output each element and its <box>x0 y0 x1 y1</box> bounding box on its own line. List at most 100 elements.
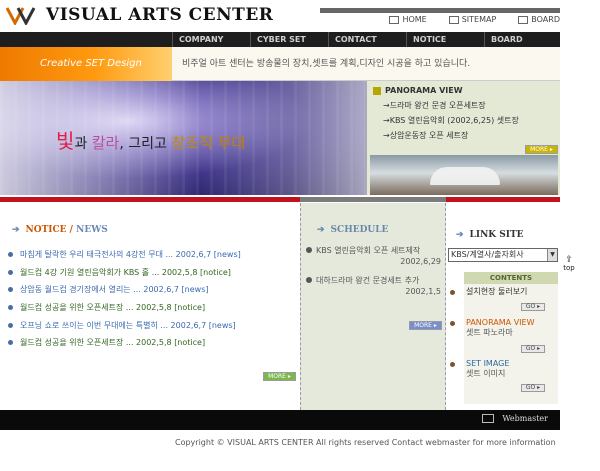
webmaster-label: Webmaster <box>502 414 548 423</box>
link-site-select-value: KBS/계열사/출자회사 <box>451 250 524 259</box>
bullet-icon <box>306 247 312 253</box>
contents-item-site-tour[interactable]: 설치현장 둘러보기 <box>450 287 556 297</box>
webmaster-link[interactable]: Webmaster <box>482 414 548 423</box>
logo-v-mark-icon <box>6 7 36 25</box>
chevron-down-icon[interactable]: ▼ <box>547 249 557 261</box>
divider-grey-segment <box>300 197 446 202</box>
slogan-word-and-then: , 그리고 <box>119 136 172 152</box>
go-button[interactable]: GO ▸ <box>521 384 545 392</box>
notice-more-button[interactable]: MORE ▸ <box>263 372 296 381</box>
nav-board[interactable]: BOARD <box>484 32 557 47</box>
link-site-select[interactable]: KBS/계열사/출자회사 ▼ <box>448 248 558 262</box>
sitemap-icon <box>448 15 459 24</box>
contents-item-panorama[interactable]: PANORAMA VIEW 셋트 파노라마 <box>450 318 556 338</box>
bullet-icon <box>8 269 13 275</box>
arrow-icon: ➔ <box>456 230 464 240</box>
notice-item[interactable]: 마침게 탈락한 우리 태극전사의 4강전 무대 ... 2002,6,7 [ne… <box>8 246 296 264</box>
panorama-item-label: KBS 열린음악회 (2002,6,25) 셋트장 <box>389 116 519 125</box>
nav-company[interactable]: COMPANY <box>172 32 250 47</box>
board-icon <box>518 15 529 24</box>
scroll-top-button[interactable]: ⇪ top <box>560 255 578 273</box>
nav-cyber-set[interactable]: CYBER SET <box>250 32 328 47</box>
schedule-item-date: 2002,1,5 <box>405 287 441 296</box>
contents-item-label: 설치현장 둘러보기 <box>466 287 528 296</box>
schedule-item[interactable]: 대하드라마 왕건 문경세트 추가 2002,1,5 <box>305 275 443 297</box>
contents-item-label: SET IMAGE <box>466 359 510 368</box>
contents-item-sublabel: 셋트 파노라마 <box>466 328 513 337</box>
notice-section: ➔ NOTICE / NEWS 마침게 탈락한 우리 태극전사의 4강전 무대 … <box>0 208 300 410</box>
scroll-top-icon: ⇪ <box>565 255 573 265</box>
go-button[interactable]: GO ▸ <box>521 303 545 311</box>
notice-title-label: NOTICE / <box>25 225 77 235</box>
panorama-item[interactable]: →상암운동장 오픈 세트장 <box>383 128 519 143</box>
schedule-item-text: KBS 열린음악회 오픈 세트제작 <box>316 246 421 255</box>
main-nav: COMPANY CYBER SET CONTACT NOTICE BOARD <box>0 32 560 47</box>
nav-notice[interactable]: NOTICE <box>406 32 484 47</box>
board-link-label: BOARD <box>531 15 560 24</box>
footer-bar: Webmaster <box>0 410 560 430</box>
notice-item-text: 마침게 탈락한 우리 태극전사의 4강전 무대 ... 2002,6,7 [ne… <box>20 250 241 260</box>
notice-item[interactable]: 오프닝 쇼로 쓰이는 이번 무대에는 특별히 ... 2002,6,7 [new… <box>8 316 296 334</box>
square-bullet-icon <box>373 86 381 95</box>
nav-contact[interactable]: CONTACT <box>328 32 406 47</box>
slogan-word-creative: 창조적 <box>171 134 213 152</box>
board-link[interactable]: BOARD <box>518 15 560 24</box>
slogan-word-light: 빛 <box>56 129 75 153</box>
mail-icon <box>482 414 495 423</box>
bullet-icon <box>450 321 455 326</box>
go-button[interactable]: GO ▸ <box>521 345 545 353</box>
bullet-icon <box>8 252 13 258</box>
notice-item-text: 상암동 월드컵 경기장에서 열리는 ... 2002,6,7 [news] <box>20 285 209 295</box>
schedule-title-label: SCHEDULE <box>330 225 389 235</box>
bullet-icon <box>8 305 13 311</box>
contents-item-label: PANORAMA VIEW <box>466 318 535 327</box>
notice-list: 마침게 탈락한 우리 태극전사의 4강전 무대 ... 2002,6,7 [ne… <box>8 246 296 352</box>
panorama-list: →드라마 왕건 문경 오픈세트장 →KBS 열린음악회 (2002,6,25) … <box>383 98 519 143</box>
news-title-label: NEWS <box>76 225 108 235</box>
slogan-word-and: 과 <box>74 136 92 152</box>
home-link-label: HOME <box>402 15 427 24</box>
notice-title: ➔ NOTICE / NEWS <box>12 221 108 239</box>
panorama-thumbnail[interactable] <box>370 155 558 195</box>
schedule-item[interactable]: KBS 열린음악회 오픈 세트제작 2002,6,29 <box>305 245 443 267</box>
notice-item[interactable]: 월드컵 4강 기원 열린음악회가 KBS 홀 ... 2002,5,8 [not… <box>8 264 296 282</box>
bullet-icon <box>450 290 455 295</box>
top-rule <box>320 8 560 13</box>
notice-item-text: 오프닝 쇼로 쓰이는 이번 무대에는 특별히 ... 2002,6,7 [new… <box>20 320 236 330</box>
intro-banner: Creative SET Design 비주얼 아트 센터는 방송물의 장치,셋… <box>0 47 560 81</box>
site-logo[interactable]: VISUAL ARTS CENTER <box>6 4 273 26</box>
arrow-icon: ➔ <box>12 225 20 235</box>
home-link[interactable]: HOME <box>389 15 427 24</box>
panorama-item[interactable]: →KBS 열린음악회 (2002,6,25) 셋트장 <box>383 113 519 128</box>
logo-text: VISUAL ARTS CENTER <box>46 5 274 25</box>
link-site-section: ➔ LINK SITE KBS/계열사/출자회사 ▼ CONTENTS 설치현장… <box>446 203 560 410</box>
notice-item[interactable]: 월드컵 성공을 위한 오픈세트장 ... 2002,5,8 [notice] <box>8 334 296 352</box>
schedule-item-date: 2002,6,29 <box>400 257 441 266</box>
scroll-top-label: top <box>563 264 575 272</box>
panorama-item-label: 상암운동장 오픈 세트장 <box>389 131 469 140</box>
contents-box: CONTENTS 설치현장 둘러보기 GO ▸ PANORAMA VIEW 셋트… <box>450 272 558 404</box>
panorama-item[interactable]: →드라마 왕건 문경 오픈세트장 <box>383 98 519 113</box>
contents-item-set-image[interactable]: SET IMAGE 셋트 이미지 <box>450 359 556 379</box>
contents-title: CONTENTS <box>464 272 558 284</box>
panorama-title: PANORAMA VIEW <box>385 86 463 95</box>
schedule-title: ➔ SCHEDULE <box>317 221 388 239</box>
notice-item-text: 월드컵 성공을 위한 오픈세트장 ... 2002,5,8 [notice] <box>20 303 206 313</box>
schedule-item-text: 대하드라마 왕건 문경세트 추가 <box>316 276 420 285</box>
notice-item[interactable]: 상암동 월드컵 경기장에서 열리는 ... 2002,6,7 [news] <box>8 281 296 299</box>
schedule-list: KBS 열린음악회 오픈 세트제작 2002,6,29 대하드라마 왕건 문경세… <box>305 245 443 305</box>
sitemap-link[interactable]: SITEMAP <box>448 15 497 24</box>
link-site-title-label: LINK SITE <box>469 230 524 240</box>
schedule-section: ➔ SCHEDULE KBS 열린음악회 오픈 세트제작 2002,6,29 대… <box>300 203 446 410</box>
contents-item-sublabel: 셋트 이미지 <box>466 369 506 378</box>
slogan-word-color: 칼라 <box>91 134 120 152</box>
sitemap-link-label: SITEMAP <box>461 15 497 24</box>
notice-item[interactable]: 월드컵 성공을 위한 오픈세트장 ... 2002,5,8 [notice] <box>8 299 296 317</box>
hero-stage-image: 빛과 칼라, 그리고 창조적 무대 <box>0 81 365 195</box>
notice-item-text: 월드컵 4강 기원 열린음악회가 KBS 홀 ... 2002,5,8 [not… <box>20 267 231 277</box>
schedule-more-button[interactable]: MORE ▸ <box>409 321 442 330</box>
arrow-icon: ➔ <box>317 225 325 235</box>
creative-set-design-label: Creative SET Design <box>0 47 172 81</box>
hero-slogan: 빛과 칼라, 그리고 창조적 무대 <box>56 125 245 154</box>
panorama-more-button[interactable]: MORE ▸ <box>525 145 558 154</box>
